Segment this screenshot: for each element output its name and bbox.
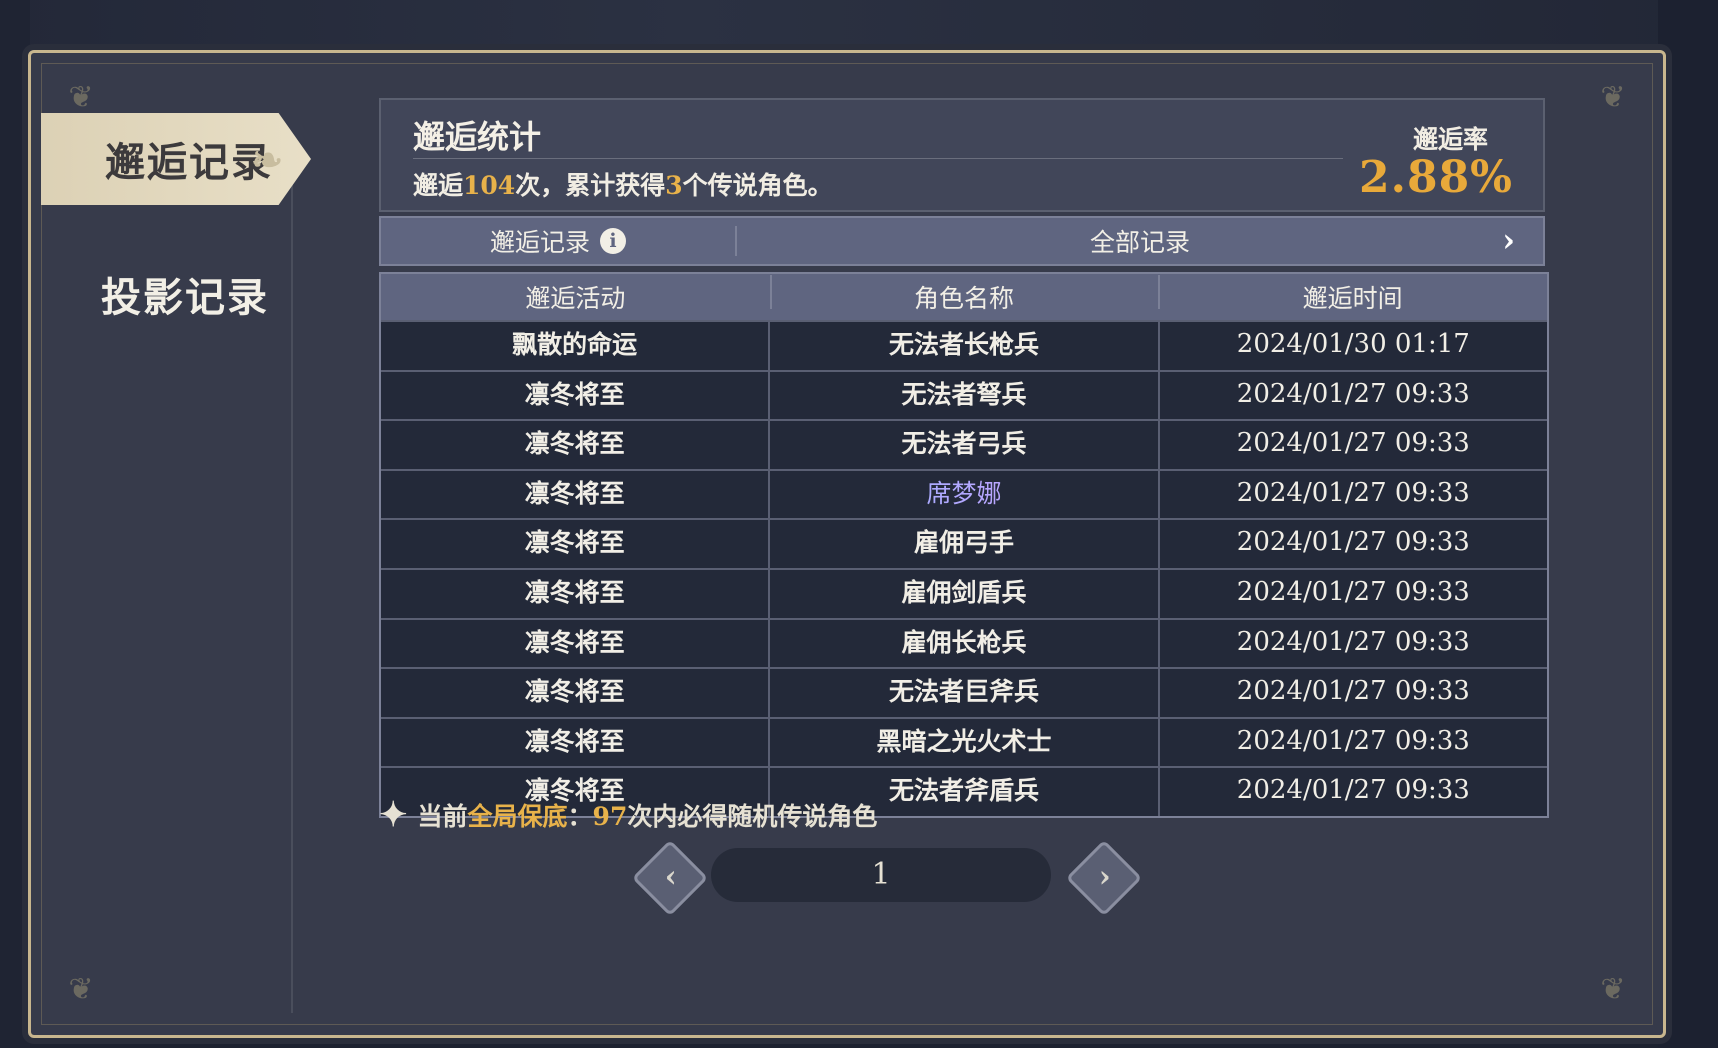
background-top [0, 0, 1718, 50]
stats-title: 邂逅统计 [413, 118, 542, 156]
background-left [0, 0, 30, 1048]
note-highlight: 全局保底 [467, 802, 568, 831]
rate-value: 2.88% [1359, 152, 1513, 203]
legend-count: 3 [665, 171, 683, 200]
cell-character: 无法者长枪兵 [768, 322, 1157, 370]
cell-time: 2024/01/27 09:33 [1157, 768, 1547, 816]
rate-label: 邂逅率 [1412, 125, 1488, 154]
table-row: 凛冬将至 无法者弓兵 2024/01/27 09:33 [381, 419, 1547, 469]
tab-label: 投影记录 [101, 274, 269, 321]
tab-projection-records[interactable]: 投影记录 [101, 265, 269, 323]
pagination: ‹ 1 › [31, 839, 1663, 917]
cell-character: 雇佣弓手 [768, 520, 1157, 568]
filter-left-label: 邂逅记录 [489, 228, 590, 257]
summary-suffix: 个传说角色。 [682, 171, 833, 200]
record-type-dropdown[interactable]: 全部记录 [737, 223, 1543, 259]
stats-panel: 邂逅统计 邂逅104次，累计获得3个传说角色。 邂逅率 2.88% [379, 98, 1545, 212]
sparkle-icon: ✦ [379, 795, 408, 835]
filter-bar: 邂逅记录 i 全部记录 › [379, 216, 1545, 266]
note-count: 97 [592, 802, 628, 831]
column-header-character: 角色名称 [769, 275, 1159, 315]
cell-character: 雇佣剑盾兵 [768, 569, 1157, 618]
cell-character: 黑暗之光火术士 [768, 718, 1157, 767]
corner-ornament-icon: ❦ [68, 972, 94, 1007]
note-prefix: 当前 [417, 802, 468, 831]
table-header: 邂逅活动 角色名称 邂逅时间 [381, 274, 1547, 320]
summary-mid: 次，累计获得 [515, 171, 666, 200]
table-body: 飘散的命运 无法者长枪兵 2024/01/30 01:17 凛冬将至 无法者弩兵 2024… [381, 320, 1547, 816]
cell-time: 2024/01/27 09:33 [1157, 520, 1547, 568]
cell-character: 无法者巨斧兵 [768, 669, 1157, 717]
note-colon: ： [567, 802, 593, 831]
cell-activity: 凛冬将至 [524, 677, 625, 707]
table-row: 凛冬将至 雇佣长枪兵 2024/01/27 09:33 [381, 617, 1547, 668]
note-suffix: 次内必得随机传说角色 [627, 802, 878, 831]
cell-time: 2024/01/30 01:17 [1157, 322, 1547, 370]
filter-right-label: 全部记录 [1089, 228, 1190, 257]
cell-character: 席梦娜 [768, 470, 1157, 519]
corner-ornament-icon: ❦ [1600, 80, 1626, 115]
cell-activity: 凛冬将至 [524, 429, 625, 459]
records-table: 邂逅活动 角色名称 邂逅时间 飘散的命运 无法者长枪兵 2024/01/30 01:… [379, 272, 1549, 818]
cell-time: 2024/01/27 09:33 [1157, 718, 1547, 767]
cell-activity: 飘散的命运 [512, 330, 638, 359]
cell-activity: 凛冬将至 [524, 726, 625, 756]
cell-time: 2024/01/27 09:33 [1157, 421, 1547, 469]
chevron-left-icon: ‹ [664, 859, 677, 895]
table-row: 凛冬将至 黑暗之光火术士 2024/01/27 09:33 [381, 716, 1547, 767]
cell-character: 雇佣长枪兵 [768, 619, 1157, 668]
table-row: 凛冬将至 雇佣剑盾兵 2024/01/27 09:33 [381, 567, 1547, 618]
cell-activity: 凛冬将至 [524, 528, 625, 558]
cell-activity: 凛冬将至 [524, 577, 625, 607]
info-icon[interactable]: i [600, 228, 626, 254]
corner-ornament-icon: ❦ [1600, 972, 1626, 1007]
cell-time: 2024/01/27 09:33 [1157, 470, 1547, 519]
tab-encounter-records[interactable]: 邂逅记录 ❧ [41, 113, 311, 205]
records-filter-label: 邂逅记录 i [381, 223, 735, 259]
next-page-button[interactable]: › [1065, 839, 1143, 917]
chevron-right-icon[interactable]: › [1502, 221, 1515, 259]
total-count: 104 [463, 171, 516, 200]
summary-prefix: 邂逅 [413, 171, 464, 200]
ornament-icon: ❧ [251, 137, 285, 182]
column-header-activity: 邂逅活动 [525, 284, 626, 313]
history-panel: ❦ ❦ ❦ ❦ 邂逅记录 ❧ 投影记录 邂逅统计 邂逅104次，累计获得3个传说… [28, 50, 1666, 1038]
cell-time: 2024/01/27 09:33 [1157, 371, 1547, 420]
corner-ornament-icon: ❦ [68, 80, 94, 115]
stats-summary: 邂逅104次，累计获得3个传说角色。 [413, 166, 833, 202]
table-row: 飘散的命运 无法者长枪兵 2024/01/30 01:17 [381, 320, 1547, 370]
cell-time: 2024/01/27 09:33 [1157, 669, 1547, 717]
cell-time: 2024/01/27 09:33 [1157, 619, 1547, 668]
divider [413, 158, 1343, 159]
table-row: 凛冬将至 无法者弩兵 2024/01/27 09:33 [381, 369, 1547, 420]
column-header-time: 邂逅时间 [1158, 275, 1547, 315]
page-number: 1 [711, 848, 1051, 902]
table-row: 凛冬将至 席梦娜 2024/01/27 09:33 [381, 468, 1547, 519]
cell-time: 2024/01/27 09:33 [1157, 569, 1547, 618]
cell-character: 无法者弓兵 [768, 421, 1157, 469]
cell-activity: 凛冬将至 [524, 478, 625, 508]
cell-activity: 凛冬将至 [524, 627, 625, 657]
table-row: 凛冬将至 无法者巨斧兵 2024/01/27 09:33 [381, 667, 1547, 717]
pity-note: ✦ 当前全局保底：97次内必得随机传说角色 [379, 795, 877, 835]
table-row: 凛冬将至 雇佣弓手 2024/01/27 09:33 [381, 518, 1547, 568]
cell-activity: 凛冬将至 [524, 379, 625, 409]
background-right [1658, 0, 1718, 1048]
chevron-right-icon: › [1098, 859, 1111, 895]
tab-label: 邂逅记录 [105, 139, 273, 186]
prev-page-button[interactable]: ‹ [631, 839, 709, 917]
cell-character: 无法者弩兵 [768, 371, 1157, 420]
